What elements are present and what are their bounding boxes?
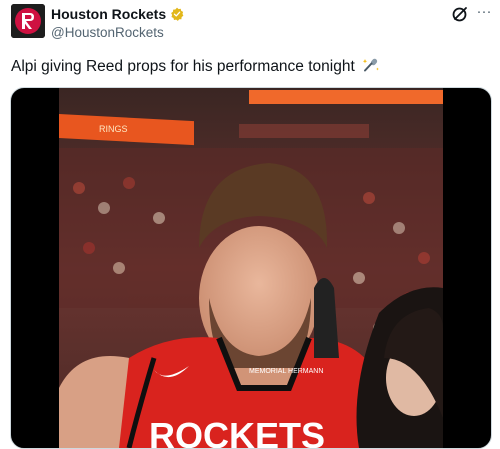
tweet-body: Alpi giving Reed props for his performan… bbox=[11, 58, 355, 75]
tweet-text: Alpi giving Reed props for his performan… bbox=[11, 57, 491, 77]
display-name[interactable]: Houston Rockets bbox=[51, 6, 166, 22]
more-options-button[interactable]: ··· bbox=[474, 3, 494, 23]
video-still: RINGS MEMORIAL HERMANN ROCKETS bbox=[59, 88, 443, 448]
video-player[interactable]: RINGS MEMORIAL HERMANN ROCKETS bbox=[10, 87, 492, 449]
grok-icon bbox=[452, 7, 467, 22]
jersey-text: ROCKETS bbox=[149, 415, 325, 448]
scoreboard-text: RINGS bbox=[99, 124, 128, 134]
verified-badge-icon bbox=[171, 7, 184, 21]
jersey-patch-text: MEMORIAL HERMANN bbox=[249, 368, 323, 375]
rockets-logo-icon bbox=[11, 4, 45, 38]
grok-button[interactable] bbox=[451, 5, 469, 23]
microphone-sparkle-icon bbox=[362, 58, 380, 72]
video-frame[interactable]: RINGS MEMORIAL HERMANN ROCKETS bbox=[59, 88, 443, 448]
account-handle[interactable]: @HoustonRockets bbox=[51, 25, 164, 41]
account-avatar[interactable] bbox=[11, 4, 45, 38]
tweet-header: Houston Rockets @HoustonRockets ··· bbox=[0, 0, 500, 50]
